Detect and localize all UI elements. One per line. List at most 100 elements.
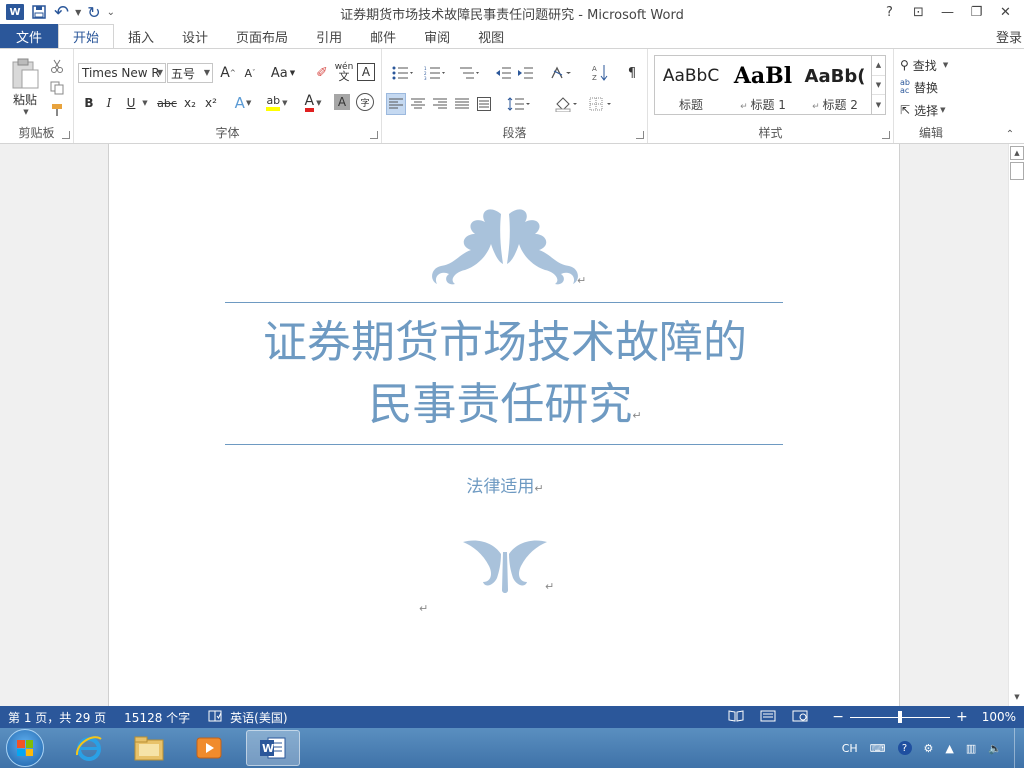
keyboard-icon[interactable]: ⌨ (870, 742, 886, 755)
show-hide-marks-icon[interactable]: ¶ (622, 63, 642, 83)
tab-design[interactable]: 设计 (168, 24, 222, 48)
underline-dropdown-icon[interactable]: ▼ (140, 93, 150, 113)
zoom-in-button[interactable]: + (956, 709, 968, 725)
sort-icon[interactable]: AZ (590, 61, 610, 83)
character-shading-button[interactable]: A (334, 94, 350, 110)
multilevel-list-button[interactable] (454, 63, 484, 83)
page-count[interactable]: 第 1 页，共 29 页 (0, 709, 114, 726)
vertical-scrollbar[interactable]: ▲ ▼ (1008, 144, 1024, 706)
style-heading-2[interactable]: AaBb( ↵ 标题 2 (799, 56, 871, 114)
styles-launcher-icon[interactable] (882, 131, 890, 139)
paste-icon[interactable] (8, 57, 42, 91)
close-button[interactable]: ✕ (991, 0, 1020, 24)
web-layout-icon[interactable] (792, 710, 808, 725)
collapse-ribbon-icon[interactable]: ⌃ (1002, 127, 1018, 141)
tab-mailings[interactable]: 邮件 (356, 24, 410, 48)
zoom-slider-thumb[interactable] (897, 710, 902, 723)
zoom-level[interactable]: 100% (982, 710, 1016, 724)
style-title[interactable]: AaBbC 标题 (655, 56, 727, 114)
language-indicator[interactable]: 英语(美国) (230, 709, 295, 726)
document-title-line2[interactable]: 民事责任研究↵ (229, 374, 781, 447)
phonetic-guide-button[interactable]: wén 文 (333, 61, 355, 83)
numbering-button[interactable]: 123 (420, 63, 450, 83)
minimize-button[interactable]: — (933, 0, 962, 24)
help-button[interactable]: ? (875, 0, 904, 24)
word-count[interactable]: 15128 个字 (114, 709, 198, 726)
document-subtitle[interactable]: 法律适用↵ (229, 472, 781, 497)
styles-scroll-up-icon[interactable]: ▲ (872, 56, 885, 76)
chinese-layout-button[interactable] (548, 63, 576, 83)
paste-button[interactable]: 粘贴 (6, 91, 44, 107)
bold-button[interactable]: B (80, 93, 98, 113)
tray-settings-icon[interactable]: ⚙ (924, 742, 934, 755)
increase-indent-icon[interactable] (516, 63, 536, 83)
borders-icon[interactable] (586, 93, 616, 115)
change-case-button[interactable]: Aa ▼ (268, 63, 298, 83)
grow-font-button[interactable]: A ^ (218, 63, 238, 83)
proofing-icon[interactable] (198, 710, 230, 725)
document-page[interactable]: ↵ 证券期货市场技术故障的 民事责任研究↵ 法律适用↵ ↵ ↵ (108, 144, 900, 706)
font-size-combo[interactable]: 五号 ▼ (167, 63, 213, 83)
italic-button[interactable]: I (100, 93, 118, 113)
save-icon[interactable] (30, 2, 48, 22)
styles-more-icon[interactable]: ▼ (872, 95, 885, 114)
document-title-line1[interactable]: 证券期货市场技术故障的 (229, 312, 781, 374)
clear-formatting-icon[interactable]: ✐ (312, 63, 332, 83)
tab-insert[interactable]: 插入 (114, 24, 168, 48)
zoom-out-button[interactable]: − (832, 709, 844, 725)
format-painter-icon[interactable] (48, 101, 66, 119)
style-heading-1[interactable]: AaBl ↵ 标题 1 (727, 56, 799, 114)
tab-layout[interactable]: 页面布局 (222, 24, 302, 48)
read-mode-icon[interactable] (728, 709, 744, 725)
copy-icon[interactable] (48, 79, 66, 97)
paragraph-launcher-icon[interactable] (636, 131, 644, 139)
volume-icon[interactable]: 🔈 (988, 742, 1002, 755)
show-desktop-button[interactable] (1014, 728, 1024, 768)
clipboard-launcher-icon[interactable] (62, 131, 70, 139)
underline-button[interactable]: U (122, 93, 140, 113)
subscript-button[interactable]: x₂ (180, 93, 200, 113)
scroll-down-icon[interactable]: ▼ (1010, 690, 1024, 704)
shrink-font-button[interactable]: Aˇ (240, 63, 260, 83)
distributed-icon[interactable] (474, 93, 494, 115)
tab-view[interactable]: 视图 (464, 24, 518, 48)
ribbon-display-options-button[interactable]: ⊡ (904, 0, 933, 24)
restore-button[interactable]: ❐ (962, 0, 991, 24)
text-effects-button[interactable]: A ▼ (232, 93, 254, 113)
scroll-thumb[interactable] (1010, 162, 1024, 180)
find-button[interactable]: ⚲ 查找 ▼ (900, 55, 964, 75)
superscript-button[interactable]: x² (201, 93, 221, 113)
word-taskbar-icon[interactable]: W (246, 730, 300, 766)
shading-icon[interactable] (552, 93, 582, 115)
redo-icon[interactable]: ↻ (87, 2, 100, 22)
select-button[interactable]: ⇱ 选择 ▼ (900, 100, 964, 120)
paste-dropdown-icon[interactable]: ▼ (20, 107, 32, 117)
tab-file[interactable]: 文件 (0, 24, 58, 48)
login-link[interactable]: 登录 (996, 27, 1022, 46)
font-name-combo[interactable]: Times New R ▼ (78, 63, 166, 83)
align-left-icon[interactable] (386, 93, 406, 115)
styles-scroll-down-icon[interactable]: ▼ (872, 76, 885, 96)
word-app-icon[interactable]: W (6, 2, 24, 22)
input-language-indicator[interactable]: CH (842, 742, 858, 755)
file-explorer-icon[interactable] (122, 730, 176, 766)
show-hidden-icons-icon[interactable]: ▲ (945, 742, 953, 755)
start-button[interactable] (6, 729, 44, 767)
tab-review[interactable]: 审阅 (410, 24, 464, 48)
undo-icon[interactable]: ↶ (54, 2, 69, 23)
strikethrough-button[interactable]: abc (154, 93, 180, 113)
font-launcher-icon[interactable] (370, 131, 378, 139)
internet-explorer-icon[interactable] (62, 730, 116, 766)
enclose-characters-button[interactable]: 字 (356, 93, 374, 111)
font-color-button[interactable]: A ▼ (298, 93, 328, 113)
line-spacing-icon[interactable] (504, 93, 534, 115)
customize-quick-access-icon[interactable]: ⌄ (107, 2, 115, 22)
tab-home[interactable]: 开始 (58, 24, 115, 49)
help-tray-icon[interactable]: ? (897, 741, 912, 755)
cut-icon[interactable] (48, 57, 66, 75)
network-icon[interactable]: ▥ (966, 742, 976, 755)
justify-icon[interactable] (452, 93, 472, 115)
align-right-icon[interactable] (430, 93, 450, 115)
character-border-button[interactable]: A (357, 63, 375, 81)
bullets-button[interactable] (388, 63, 418, 83)
